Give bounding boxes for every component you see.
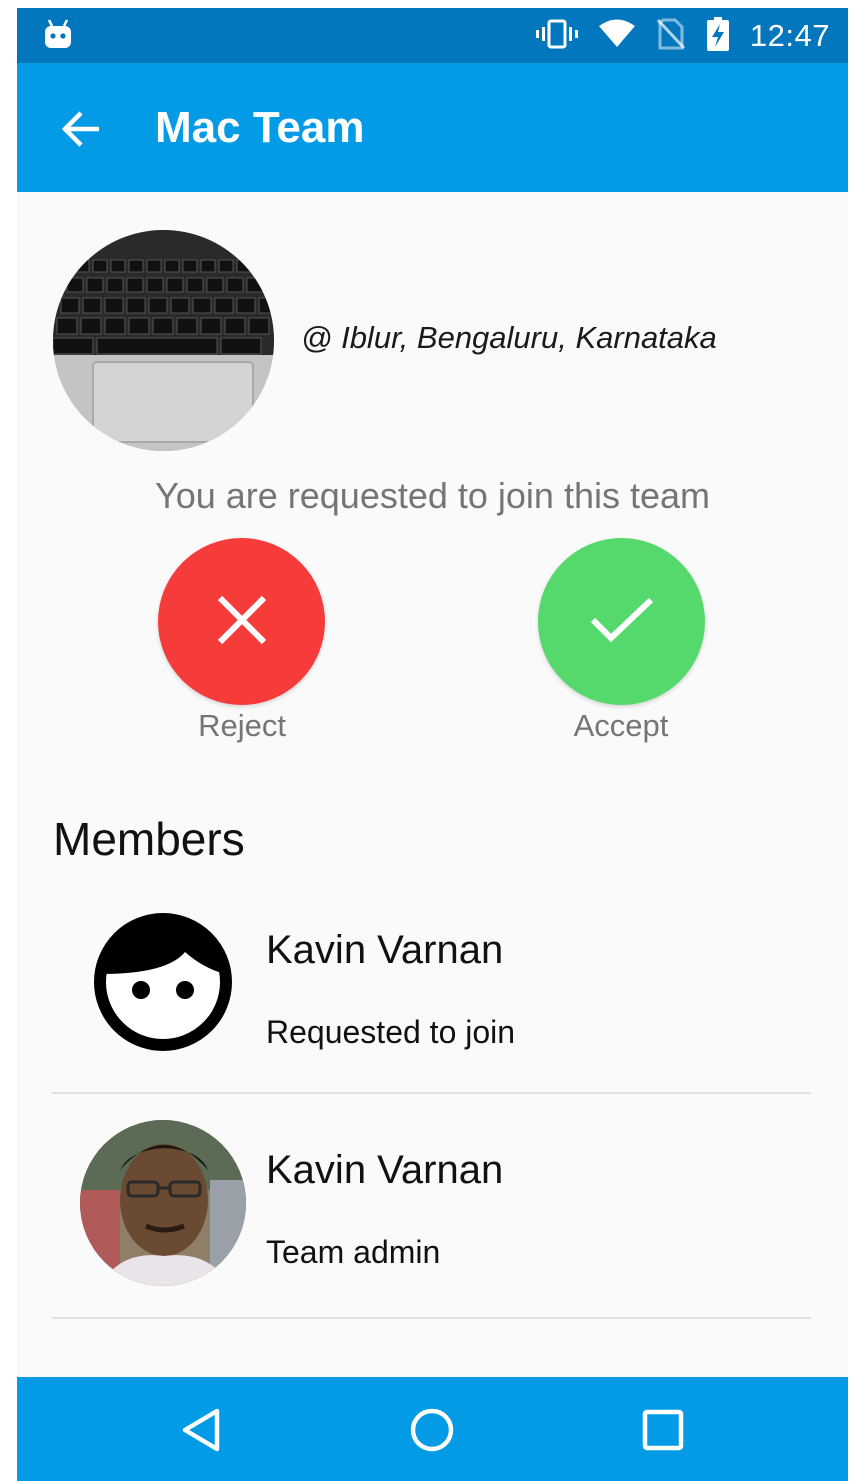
member-name: Kavin Varnan — [266, 928, 504, 972]
reject-button[interactable] — [158, 538, 325, 705]
arrow-back-icon[interactable] — [61, 109, 101, 149]
accept-button[interactable] — [538, 538, 705, 705]
member-role: Team admin — [266, 1234, 441, 1270]
member-row[interactable]: Kavin Varnan Requested to join — [52, 896, 811, 1094]
status-bar: 12:47 — [17, 8, 848, 63]
member-role: Requested to join — [266, 1014, 516, 1050]
page-title: Mac Team — [155, 103, 365, 152]
avatar — [80, 1120, 246, 1286]
battery-charging-icon — [706, 16, 730, 55]
members-heading: Members — [53, 813, 245, 865]
team-avatar — [53, 230, 274, 451]
divider — [52, 1317, 811, 1319]
android-debug-icon — [43, 18, 73, 56]
status-icons: 12:47 — [535, 8, 830, 63]
face-icon — [93, 912, 233, 1052]
no-sim-icon — [656, 18, 686, 54]
recents-square-icon[interactable] — [640, 1407, 686, 1453]
check-icon — [589, 594, 655, 650]
home-circle-icon[interactable] — [409, 1407, 455, 1453]
device-screen: 12:47 Mac Team @ Iblur, Bengaluru, Karna… — [17, 8, 848, 1481]
team-location: @ Iblur, Bengaluru, Karnataka — [301, 320, 717, 355]
member-row[interactable]: Kavin Varnan Team admin — [52, 1100, 811, 1319]
divider — [52, 1092, 811, 1094]
status-time: 12:47 — [749, 17, 830, 53]
join-request-message: You are requested to join this team — [154, 475, 711, 516]
app-bar: Mac Team — [17, 63, 848, 192]
vibrate-icon — [535, 19, 578, 53]
accept-label: Accept — [573, 708, 669, 743]
back-triangle-icon[interactable] — [179, 1407, 225, 1453]
member-name: Kavin Varnan — [266, 1148, 504, 1192]
reject-label: Reject — [198, 708, 286, 743]
navigation-bar — [17, 1377, 848, 1481]
close-icon — [214, 592, 270, 652]
wifi-icon — [598, 19, 636, 53]
